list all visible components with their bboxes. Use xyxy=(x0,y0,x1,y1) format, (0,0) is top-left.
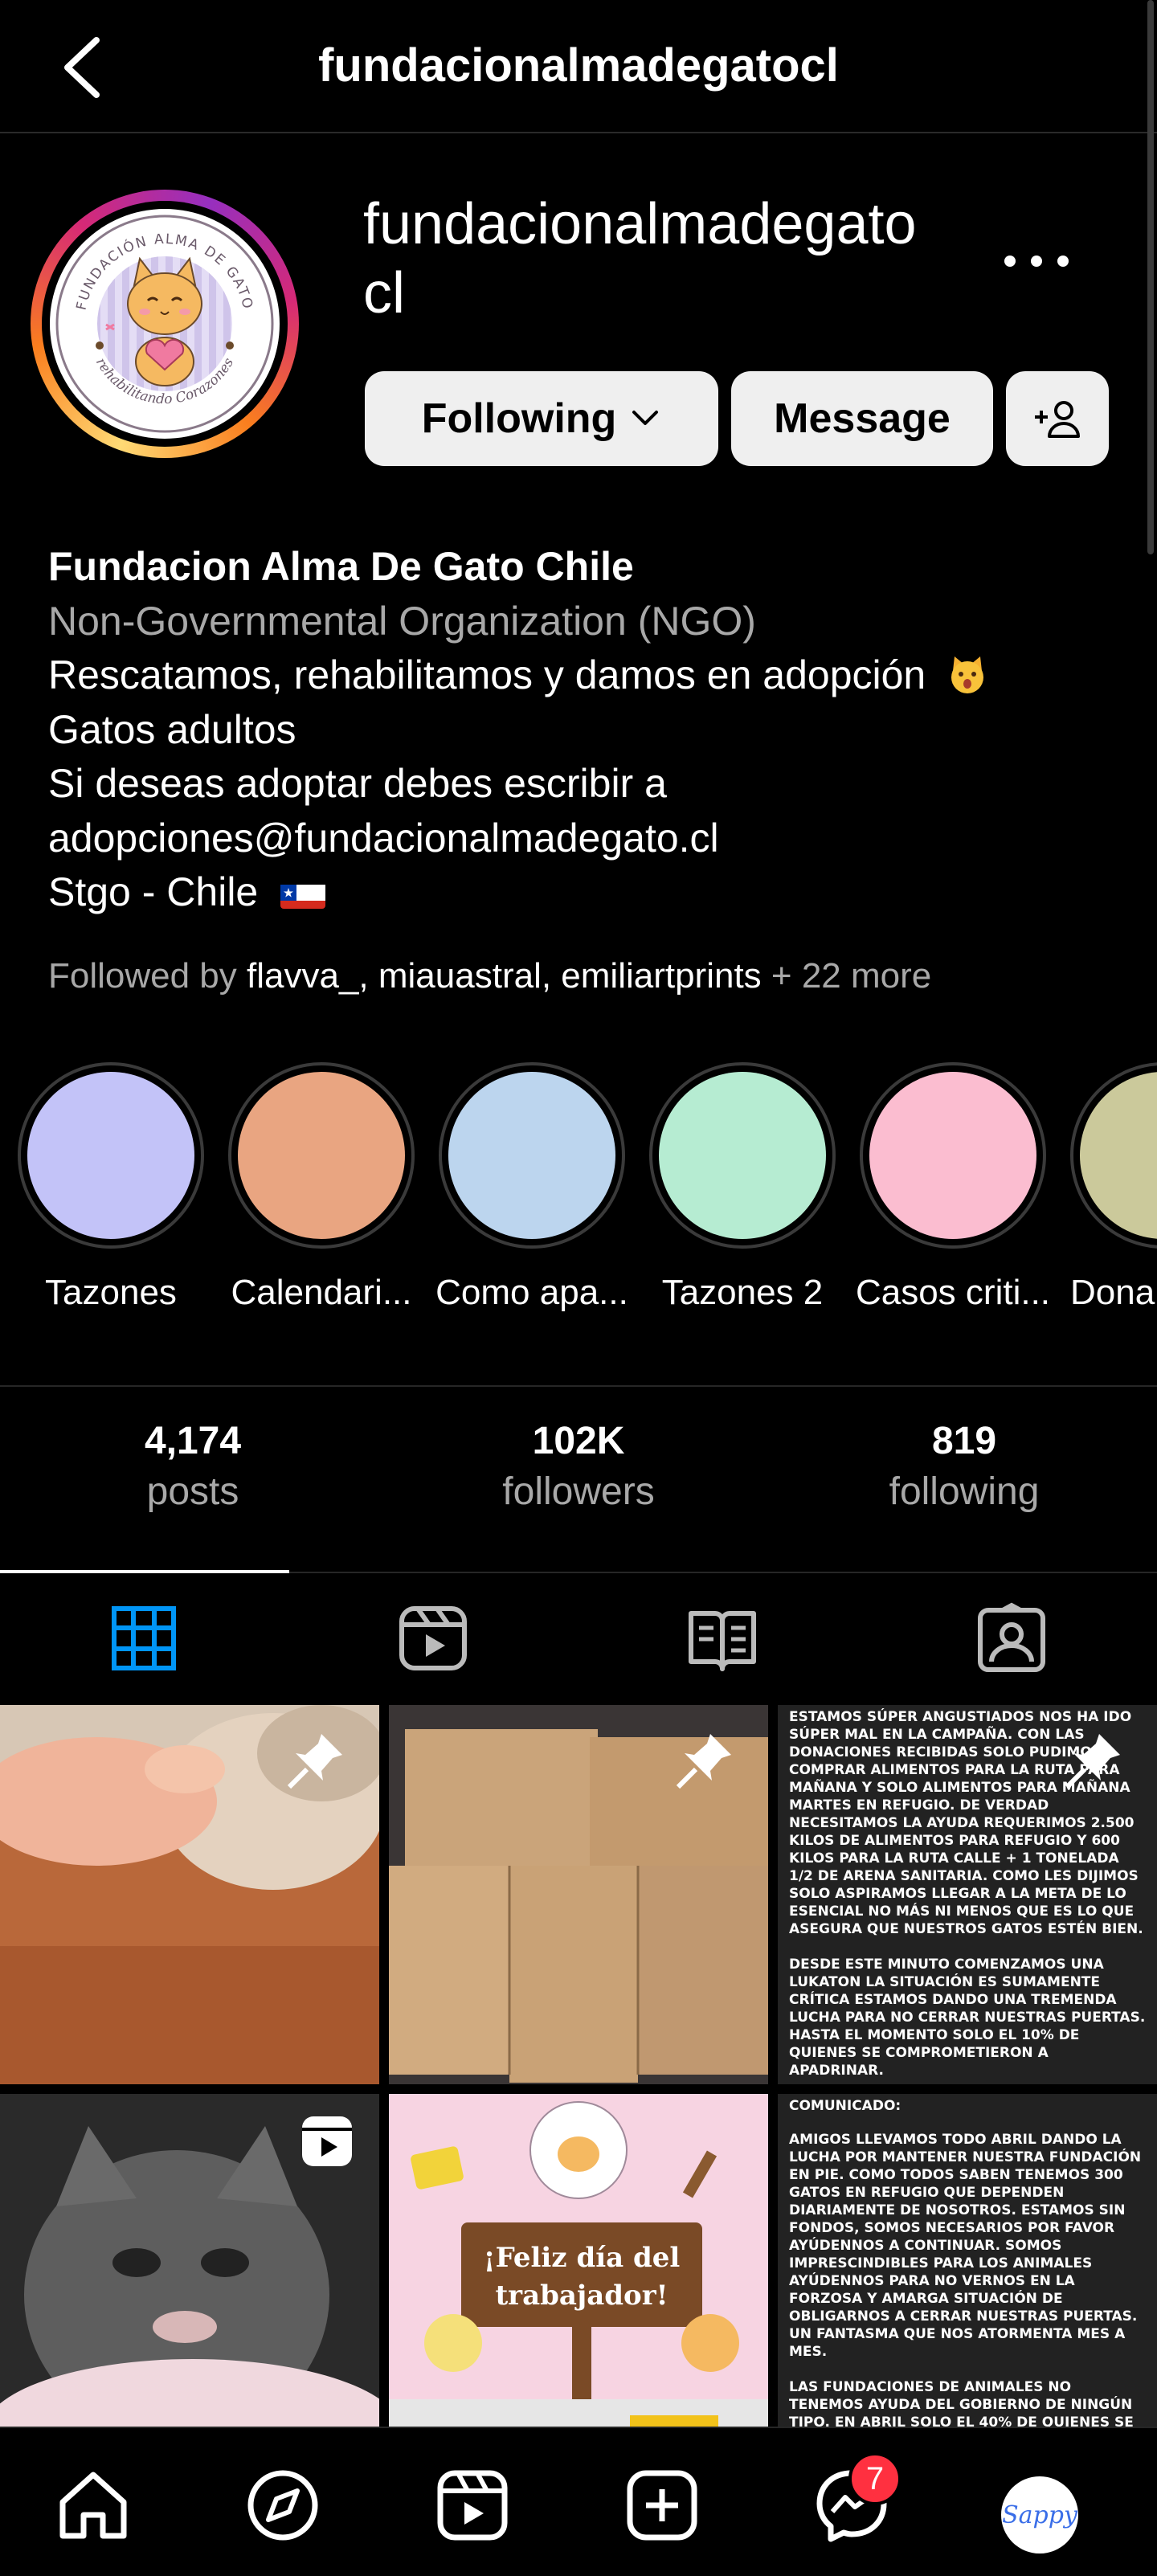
highlight-como-apadrinar[interactable]: Como apa... xyxy=(435,1062,628,1313)
bio-line: Rescatamos, rehabilitamos y damos en ado… xyxy=(48,648,1125,703)
highlight-tazones-2[interactable]: Tazones 2 xyxy=(649,1062,836,1313)
pin-icon xyxy=(287,1734,342,1789)
svg-text:¡Feliz día del: ¡Feliz día del xyxy=(484,2242,681,2274)
chevron-down-icon xyxy=(632,411,659,425)
home-icon[interactable] xyxy=(55,2467,132,2544)
post-tile-boxes[interactable] xyxy=(389,1705,768,2084)
cat-face-emoji-icon xyxy=(951,656,984,693)
tagged-icon[interactable] xyxy=(975,1602,1048,1674)
top-bar: fundacionalmadegatocl xyxy=(0,0,1157,133)
chile-flag-icon xyxy=(280,877,326,909)
explore-icon[interactable] xyxy=(244,2467,321,2544)
add-user-button[interactable] xyxy=(1006,371,1109,466)
category-label: Non-Governmental Organization (NGO) xyxy=(48,598,756,644)
following-button[interactable]: Following xyxy=(365,371,718,466)
foundation-logo: FUNDACIÓN ALMA DE GATO rehabilitando Cor… xyxy=(50,209,280,439)
posts-count[interactable]: 4,174 posts xyxy=(0,1419,386,1514)
display-name: Fundacion Alma De Gato Chile xyxy=(48,544,634,589)
profile-bio: Fundacion Alma De Gato Chile Non-Governm… xyxy=(48,540,1125,920)
create-post-icon[interactable] xyxy=(623,2467,701,2544)
pin-icon xyxy=(676,1734,731,1789)
svg-text:trabajador!: trabajador! xyxy=(495,2280,668,2312)
post-tile-text-comunicado[interactable]: COMUNICADO: AMIGOS LLEVAMOS TODO ABRIL D… xyxy=(778,2094,1157,2427)
post-tile-workers-day[interactable]: ¡Feliz día del trabajador! xyxy=(389,2094,768,2427)
post-tile-kitten-reel[interactable] xyxy=(0,2094,379,2427)
notification-badge: 7 xyxy=(848,2452,901,2505)
pin-icon xyxy=(1065,1734,1120,1789)
followed-by-text[interactable]: Followed by flavva_, miauastral, emiliar… xyxy=(48,956,931,996)
bottom-navigation: 7 Sappy xyxy=(0,2427,1157,2576)
reels-icon[interactable] xyxy=(397,1602,469,1674)
post-tile-cat-hand[interactable] xyxy=(0,1705,379,2084)
reels-nav-icon[interactable] xyxy=(434,2467,511,2544)
profile-tabs xyxy=(0,1573,1157,1702)
highlight-calendario[interactable]: Calendari... xyxy=(228,1062,415,1313)
story-highlights: Tazones Calendari... Como apa... Tazones… xyxy=(0,1062,1157,1327)
highlight-donar[interactable]: Donar xyxy=(1070,1062,1157,1313)
highlight-tazones[interactable]: Tazones xyxy=(18,1062,204,1313)
following-count[interactable]: 819 following xyxy=(771,1419,1157,1514)
add-user-icon xyxy=(1035,401,1080,438)
email-link[interactable]: adopciones@fundacionalmadegato.cl xyxy=(48,812,1125,866)
guides-icon[interactable] xyxy=(686,1602,758,1674)
post-tile-text-announcement[interactable]: ESTAMOS SÚPER ANGUSTIADOS NOS HA IDO SÚP… xyxy=(778,1705,1157,2084)
profile-avatar-large[interactable]: FUNDACIÓN ALMA DE GATO rehabilitando Cor… xyxy=(31,190,299,458)
posts-grid: ESTAMOS SÚPER ANGUSTIADOS NOS HA IDO SÚP… xyxy=(0,1705,1157,2427)
grid-icon[interactable] xyxy=(108,1602,180,1674)
highlight-casos-criticos[interactable]: Casos criti... xyxy=(856,1062,1050,1313)
more-options-icon[interactable] xyxy=(996,241,1077,281)
message-button[interactable]: Message xyxy=(731,371,993,466)
page-title: fundacionalmadegatocl xyxy=(318,39,839,92)
followers-count[interactable]: 102K followers xyxy=(386,1419,771,1514)
profile-stats: 4,174 posts 102K followers 819 following xyxy=(0,1385,1157,1572)
profile-avatar[interactable]: Sappy xyxy=(1001,2476,1078,2554)
profile-username: fundacionalmadegato cl xyxy=(363,192,917,325)
reel-badge-icon xyxy=(302,2116,352,2166)
scrollbar[interactable] xyxy=(1147,0,1154,554)
